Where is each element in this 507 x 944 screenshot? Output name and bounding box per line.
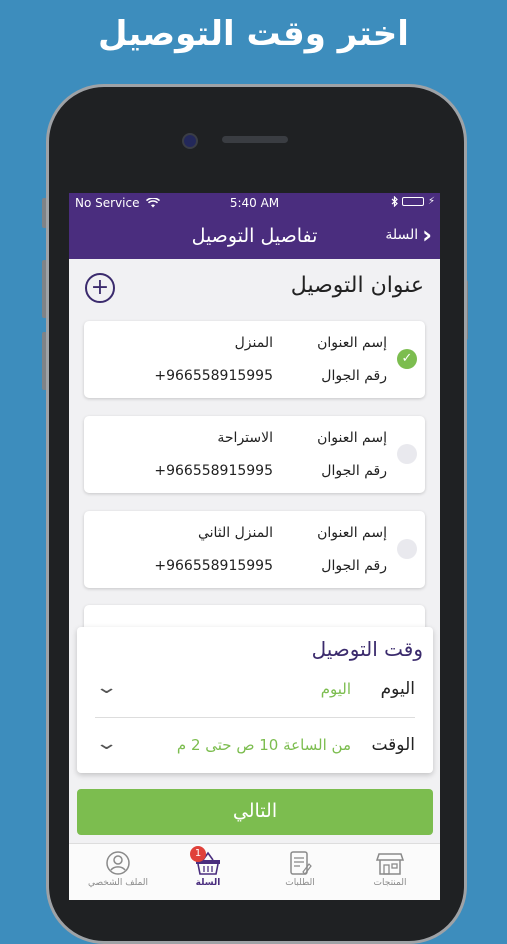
tab-label: المنتجات (373, 878, 407, 888)
back-label: السلة (385, 227, 419, 243)
profile-icon (106, 851, 130, 875)
address-phone-value: +966558915995 (154, 463, 273, 479)
address-name-label: إسم العنوان (317, 335, 387, 351)
time-selector[interactable]: الوقت من الساعة 10 ص حتى 2 م ⌄ (77, 725, 433, 765)
chevron-right-icon: › (422, 221, 432, 249)
address-name-value: المنزل (234, 335, 273, 351)
front-camera (182, 133, 198, 149)
status-bar: No Service 5:40 AM ⚡ (69, 193, 440, 213)
tab-products[interactable]: المنتجات (350, 848, 430, 888)
nav-bar: تفاصيل التوصيل السلة › (69, 213, 440, 259)
plus-icon: + (90, 275, 110, 300)
tab-cart[interactable]: 1 السلة (168, 846, 248, 888)
address-name-value: المنزل الثاني (197, 525, 273, 541)
address-phone-label: رقم الجوال (321, 558, 387, 574)
tab-bar: المنتجات الطلبات 1 السلة الملف الشخصي (69, 843, 440, 900)
time-value: من الساعة 10 ص حتى 2 م (176, 736, 351, 754)
charging-icon: ⚡ (427, 196, 435, 207)
store-icon (376, 853, 404, 875)
day-selector[interactable]: اليوم اليوم ⌄ (77, 669, 433, 709)
back-button[interactable]: السلة › (385, 221, 432, 249)
address-section-title: عنوان التوصيل (290, 273, 424, 298)
address-card[interactable]: ✓ إسم العنوان المنزل رقم الجوال +9665589… (84, 321, 425, 398)
delivery-time-panel: وقت التوصيل اليوم اليوم ⌄ الوقت من الساع… (77, 627, 433, 773)
orders-icon (290, 851, 312, 875)
check-icon[interactable]: ✓ (397, 349, 417, 369)
battery-icon (401, 197, 424, 206)
next-button[interactable]: التالي (77, 789, 433, 835)
radio-unchecked-icon[interactable] (397, 444, 417, 464)
divider (95, 717, 415, 718)
chevron-down-icon[interactable]: ⌄ (94, 733, 118, 754)
address-name-value: الاستراحة (217, 430, 273, 446)
cart-badge: 1 (190, 846, 206, 862)
address-phone-value: +966558915995 (154, 368, 273, 384)
promo-headline: اختر وقت التوصيل (98, 14, 409, 54)
day-label: اليوم (380, 679, 415, 699)
status-right: ⚡ (391, 196, 435, 207)
chevron-down-icon[interactable]: ⌄ (94, 677, 118, 698)
tab-profile[interactable]: الملف الشخصي (78, 848, 158, 888)
radio-unchecked-icon[interactable] (397, 539, 417, 559)
tab-label: السلة (195, 878, 221, 888)
status-time: 5:40 AM (229, 196, 280, 210)
address-phone-value: +966558915995 (154, 558, 273, 574)
delivery-time-title: وقت التوصيل (311, 637, 423, 661)
day-value: اليوم (320, 680, 351, 698)
app-screen: No Service 5:40 AM ⚡ تفاصيل التوصيل السل… (69, 193, 440, 900)
tab-label: الملف الشخصي (88, 878, 148, 888)
add-address-button[interactable]: + (85, 273, 115, 303)
address-phone-label: رقم الجوال (321, 368, 387, 384)
bluetooth-icon (391, 196, 398, 207)
tab-orders[interactable]: الطلبات (260, 848, 340, 888)
address-card[interactable]: إسم العنوان الاستراحة رقم الجوال +966558… (84, 416, 425, 493)
earpiece-speaker (222, 136, 288, 143)
address-card[interactable]: إسم العنوان المنزل الثاني رقم الجوال +96… (84, 511, 425, 588)
address-name-label: إسم العنوان (317, 525, 387, 541)
tab-label: الطلبات (285, 878, 315, 888)
time-label: الوقت (371, 735, 415, 755)
address-name-label: إسم العنوان (317, 430, 387, 446)
address-phone-label: رقم الجوال (321, 463, 387, 479)
